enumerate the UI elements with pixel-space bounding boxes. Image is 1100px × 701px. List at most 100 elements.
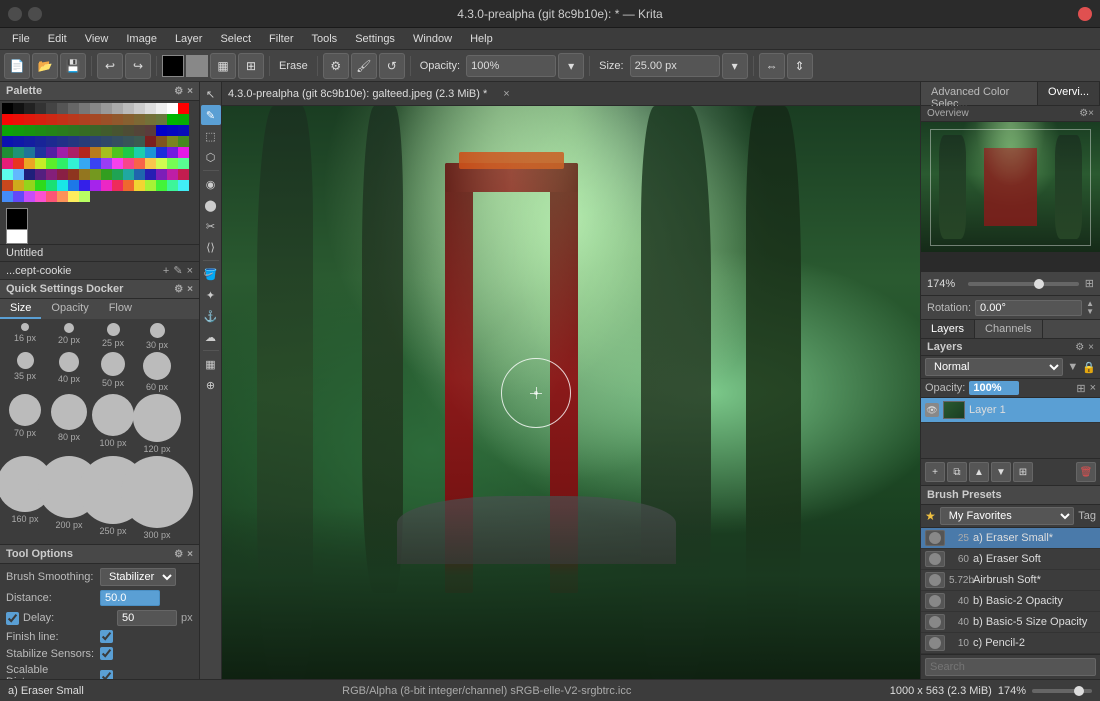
color-swatch[interactable] (24, 103, 35, 114)
brush-preset-item[interactable]: 5.72bAirbrush Soft* (921, 570, 1100, 591)
color-swatch[interactable] (112, 136, 123, 147)
menu-item-image[interactable]: Image (118, 31, 165, 47)
color-swatch[interactable] (35, 125, 46, 136)
brush-size-item[interactable]: 35 px (4, 352, 46, 392)
layer-item[interactable]: 👁 Layer 1 (921, 398, 1100, 423)
color-swatch[interactable] (2, 114, 13, 125)
opacity-close-icon[interactable]: × (1090, 382, 1096, 394)
to-settings-icon[interactable]: ⚙ (174, 549, 183, 560)
rect-tool-button[interactable]: ⬚ (201, 126, 221, 146)
delay-check[interactable] (6, 612, 19, 625)
brush-tool-button[interactable]: ✎ (201, 105, 221, 125)
color-swatch[interactable] (123, 147, 134, 158)
color-swatch[interactable] (57, 147, 68, 158)
layers-close-icon[interactable]: × (1088, 342, 1094, 353)
color-swatch[interactable] (112, 158, 123, 169)
color-swatch[interactable] (112, 125, 123, 136)
color-swatch[interactable] (145, 103, 156, 114)
scalable-check[interactable] (100, 670, 113, 680)
color-swatch[interactable] (13, 180, 24, 191)
palette-settings-icon[interactable]: ⚙ (174, 86, 183, 97)
brush-size-item[interactable]: 50 px (92, 352, 134, 392)
color-swatch[interactable] (90, 158, 101, 169)
redo-button[interactable]: ↪ (125, 53, 151, 79)
color-swatch[interactable] (79, 136, 90, 147)
brush-size-item[interactable]: 60 px (136, 352, 178, 392)
brush-size-item[interactable]: 80 px (48, 394, 90, 454)
brush-presets-btn[interactable]: 🖌 (351, 53, 377, 79)
menu-item-settings[interactable]: Settings (347, 31, 403, 47)
minimize-button[interactable] (8, 7, 22, 21)
color-swatch[interactable] (46, 147, 57, 158)
color-swatch[interactable] (24, 136, 35, 147)
color-swatch[interactable] (156, 147, 167, 158)
color-swatch[interactable] (123, 136, 134, 147)
color-swatch[interactable] (24, 125, 35, 136)
color-swatch[interactable] (2, 169, 13, 180)
ellipse-tool-button[interactable]: ◉ (201, 174, 221, 194)
opacity-down-btn[interactable]: ▾ (558, 53, 584, 79)
status-zoom-thumb[interactable] (1074, 686, 1084, 696)
blend-filter-icon[interactable]: ▼ (1067, 361, 1078, 373)
color-swatch[interactable] (134, 169, 145, 180)
menu-item-view[interactable]: View (77, 31, 117, 47)
color-swatch[interactable] (46, 191, 57, 202)
color-swatch[interactable] (101, 103, 112, 114)
color-swatch[interactable] (134, 125, 145, 136)
add-layer-button[interactable]: + (925, 462, 945, 482)
color-swatch[interactable] (90, 180, 101, 191)
brush-add-icon[interactable]: + (163, 265, 169, 277)
favorites-star-icon[interactable]: ★ (925, 509, 936, 523)
color-swatch[interactable] (57, 169, 68, 180)
color-swatch[interactable] (24, 158, 35, 169)
color-swatch[interactable] (79, 169, 90, 180)
color-swatch[interactable] (134, 158, 145, 169)
color-swatch[interactable] (90, 125, 101, 136)
advanced-color-tab[interactable]: Advanced Color Selec... (921, 82, 1038, 105)
color-swatch[interactable] (145, 158, 156, 169)
color-swatch[interactable] (156, 158, 167, 169)
pattern-btn[interactable]: ▦ (210, 53, 236, 79)
color-swatch[interactable] (2, 136, 13, 147)
color-swatch[interactable] (134, 180, 145, 191)
color-swatch[interactable] (2, 180, 13, 191)
color-swatch[interactable] (178, 136, 189, 147)
color-swatch[interactable] (2, 147, 13, 158)
color-swatch[interactable] (13, 103, 24, 114)
path-tool-button[interactable]: ⟨⟩ (201, 237, 221, 257)
brush-size-item[interactable]: 120 px (136, 394, 178, 454)
menu-item-select[interactable]: Select (212, 31, 259, 47)
color-swatch[interactable] (68, 147, 79, 158)
delay-input[interactable] (117, 610, 177, 626)
color-swatch[interactable] (68, 136, 79, 147)
color-swatch[interactable] (90, 114, 101, 125)
select-tool-button[interactable]: ↖ (201, 84, 221, 104)
cloud-tool-button[interactable]: ☁ (201, 327, 221, 347)
color-swatch[interactable] (13, 147, 24, 158)
brush-preset-item[interactable]: 10c) Pencil-2 (921, 633, 1100, 654)
color-swatch[interactable] (167, 180, 178, 191)
color-swatch[interactable] (57, 191, 68, 202)
color-swatch[interactable] (145, 180, 156, 191)
color-swatch[interactable] (156, 136, 167, 147)
color-swatch[interactable] (35, 114, 46, 125)
color-swatch[interactable] (57, 114, 68, 125)
color-swatch[interactable] (79, 180, 90, 191)
brush-delete-icon[interactable]: × (187, 265, 193, 277)
opacity-expand-icon[interactable]: ⊞ (1076, 382, 1085, 395)
color-swatch[interactable] (68, 103, 79, 114)
brush-edit-icon[interactable]: ✎ (173, 264, 182, 277)
color-swatch[interactable] (35, 191, 46, 202)
color-swatch[interactable] (57, 103, 68, 114)
duplicate-layer-button[interactable]: ⧉ (947, 462, 967, 482)
color-swatch[interactable] (46, 125, 57, 136)
qs-close-icon[interactable]: × (187, 284, 193, 295)
color-swatch[interactable] (178, 147, 189, 158)
color-swatch[interactable] (123, 169, 134, 180)
color-swatch[interactable] (79, 158, 90, 169)
palette-close-icon[interactable]: × (187, 86, 193, 97)
qs-tab-opacity[interactable]: Opacity (41, 299, 98, 319)
color-swatch[interactable] (35, 169, 46, 180)
color-swatch[interactable] (134, 103, 145, 114)
color-swatch[interactable] (101, 158, 112, 169)
